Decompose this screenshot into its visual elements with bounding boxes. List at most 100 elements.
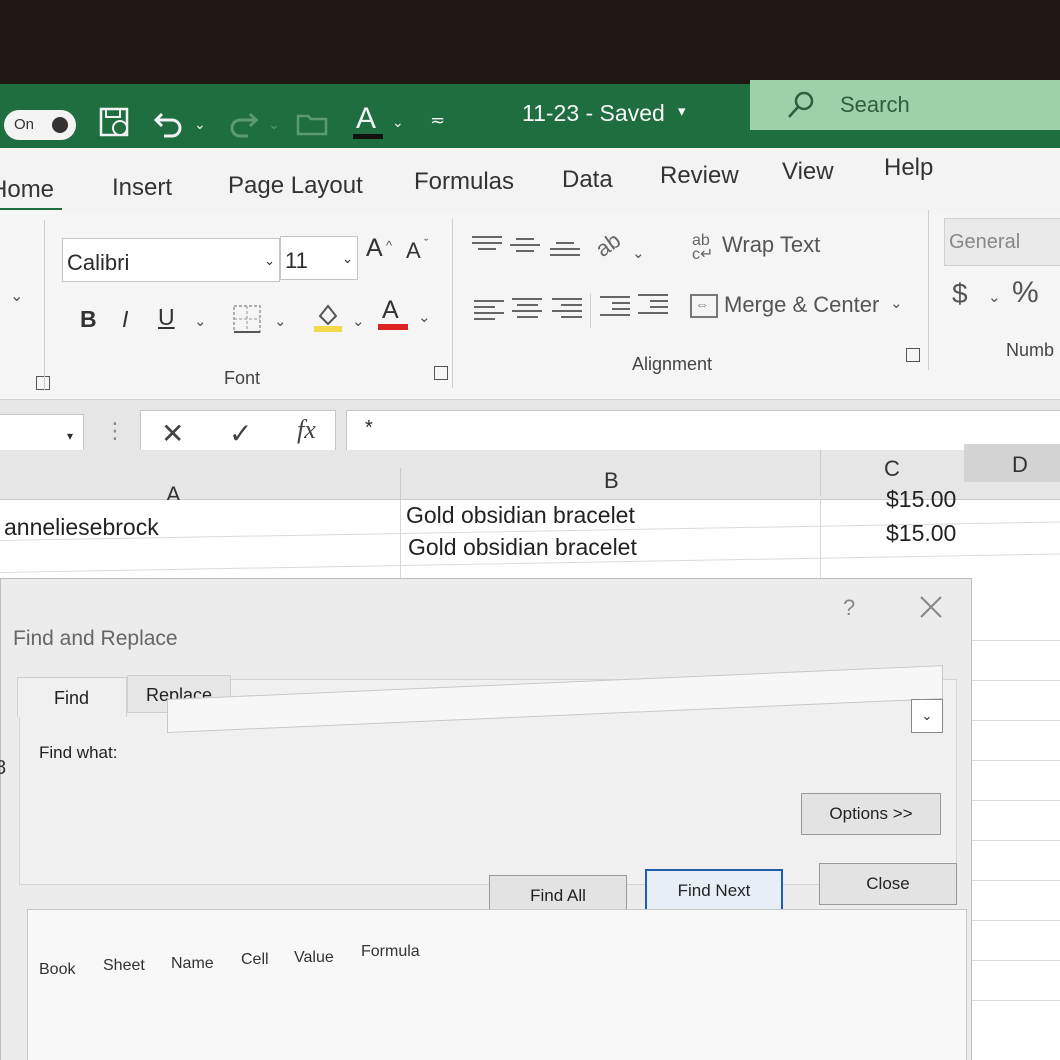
increase-font-size-button[interactable]: A — [366, 234, 383, 263]
grid-line — [970, 640, 1060, 641]
tab-data[interactable]: Data — [562, 166, 613, 194]
chevron-down-icon: ⌄ — [264, 253, 275, 268]
results-column-name[interactable]: Name — [171, 955, 214, 973]
redo-icon — [226, 106, 260, 145]
currency-button[interactable]: $ — [952, 278, 968, 310]
customize-toolbar-icon[interactable]: ≂ — [430, 110, 445, 131]
undo-dropdown-icon[interactable]: ⌄ — [194, 116, 206, 133]
font-name-value: Calibri — [67, 250, 130, 275]
cell-c1[interactable]: $15.00 — [886, 486, 956, 513]
borders-dropdown-icon[interactable]: ⌄ — [274, 312, 287, 330]
font-color-button[interactable]: A — [382, 296, 399, 325]
close-icon[interactable] — [917, 593, 945, 621]
cell-b1[interactable]: Gold obsidian bracelet — [406, 502, 635, 529]
caret-up-icon: ^ — [386, 238, 393, 253]
fill-color-dropdown-icon[interactable]: ⌄ — [352, 312, 365, 330]
chevron-down-icon: ▾ — [66, 429, 73, 443]
tab-page-layout[interactable]: Page Layout — [228, 172, 363, 200]
ribbon: ⌄ Calibri ⌄ 11 ⌄ A ^ A ˇ B I U ⌄ ⌄ ⌄ A ⌄… — [0, 210, 1060, 400]
align-left-icon[interactable] — [474, 300, 504, 324]
results-header — [28, 910, 968, 980]
tab-review[interactable]: Review — [660, 162, 739, 190]
title-dropdown-icon[interactable]: ▾ — [678, 102, 686, 120]
enter-button[interactable]: ✓ — [229, 417, 252, 450]
font-color-dropdown-icon[interactable]: ⌄ — [418, 308, 431, 326]
results-list[interactable] — [27, 909, 967, 1060]
align-center-icon[interactable] — [512, 298, 542, 322]
borders-icon[interactable] — [232, 304, 262, 339]
percent-button[interactable]: % — [1012, 276, 1039, 310]
column-header-c[interactable]: C — [884, 456, 900, 482]
clipboard-launcher-icon[interactable] — [36, 376, 50, 390]
orientation-icon[interactable]: ab — [591, 227, 626, 262]
font-color-bar — [378, 324, 408, 330]
results-column-book[interactable]: Book — [39, 961, 75, 979]
cell-a1[interactable]: anneliesebrock — [4, 514, 159, 541]
bold-button[interactable]: B — [80, 306, 97, 333]
align-top-icon[interactable] — [472, 236, 502, 260]
close-button[interactable]: Close — [819, 863, 957, 905]
merge-dropdown-icon[interactable]: ⌄ — [890, 294, 903, 312]
tab-insert[interactable]: Insert — [112, 174, 172, 202]
column-header-b[interactable]: B — [604, 468, 619, 494]
font-color-quick-icon[interactable]: A — [356, 102, 376, 136]
row-number-fragment: 8 — [0, 757, 7, 779]
number-format-select[interactable]: General — [944, 218, 1060, 266]
orientation-dropdown-icon[interactable]: ⌄ — [632, 244, 645, 262]
tab-formulas[interactable]: Formulas — [414, 168, 514, 196]
wrap-text-icon: ab c↵ — [692, 232, 714, 263]
tab-find-label: Find — [54, 688, 90, 708]
align-middle-icon[interactable] — [510, 238, 540, 262]
underline-dropdown-icon[interactable]: ⌄ — [194, 312, 207, 330]
font-size-value: 11 — [285, 248, 308, 273]
results-column-cell[interactable]: Cell — [241, 951, 269, 969]
tab-find[interactable]: Find — [17, 677, 127, 717]
merge-center-button[interactable]: Merge & Center — [724, 292, 879, 318]
find-next-button[interactable]: Find Next — [645, 869, 783, 911]
italic-button[interactable]: I — [122, 306, 128, 333]
fill-color-icon[interactable] — [312, 300, 344, 339]
results-column-sheet[interactable]: Sheet — [103, 957, 145, 975]
caret-down-icon: ˇ — [424, 236, 429, 251]
results-column-value[interactable]: Value — [294, 949, 334, 967]
find-what-dropdown-icon[interactable]: ⌄ — [911, 699, 943, 733]
title-bar: On ⌄ ⌄ A ⌄ ≂ 11-23 - Saved ▾ Search — [0, 80, 1060, 154]
tab-view[interactable]: View — [782, 158, 834, 186]
cell-c2[interactable]: $15.00 — [886, 520, 956, 547]
drag-handle-icon[interactable]: ⋮ — [104, 418, 126, 444]
insert-function-button[interactable]: fx — [297, 415, 316, 445]
underline-button[interactable]: U — [158, 304, 175, 331]
group-separator — [452, 218, 453, 388]
save-icon[interactable] — [98, 106, 132, 146]
formula-input[interactable]: * — [346, 410, 1060, 454]
cell-b2[interactable]: Gold obsidian bracelet — [408, 534, 637, 561]
currency-dropdown-icon[interactable]: ⌄ — [988, 288, 1001, 306]
alignment-launcher-icon[interactable] — [906, 348, 920, 362]
font-name-select[interactable]: Calibri ⌄ — [62, 238, 280, 282]
align-bottom-icon[interactable] — [550, 242, 580, 266]
document-title[interactable]: 11-23 - Saved — [522, 100, 665, 127]
align-right-icon[interactable] — [552, 298, 582, 322]
clipboard-dropdown-icon[interactable]: ⌄ — [10, 286, 23, 306]
autosave-label: On — [14, 116, 35, 133]
undo-icon[interactable] — [152, 106, 186, 145]
tab-help[interactable]: Help — [884, 154, 933, 182]
results-column-formula[interactable]: Formula — [361, 943, 420, 961]
autosave-toggle[interactable]: On — [4, 110, 76, 140]
wrap-text-button[interactable]: Wrap Text — [722, 232, 820, 258]
font-size-select[interactable]: 11 ⌄ — [280, 236, 358, 280]
tab-home[interactable]: Home — [0, 176, 54, 204]
decrease-font-size-button[interactable]: A — [406, 238, 421, 264]
autosave-knob — [52, 117, 68, 133]
font-color-dropdown-icon[interactable]: ⌄ — [392, 114, 404, 131]
options-button[interactable]: Options >> — [801, 793, 941, 835]
column-header-d[interactable]: D — [1012, 452, 1028, 478]
font-launcher-icon[interactable] — [434, 366, 448, 380]
decrease-indent-icon[interactable] — [600, 296, 630, 320]
help-button[interactable]: ? — [843, 595, 855, 621]
group-separator — [44, 220, 45, 390]
search-box[interactable]: Search — [750, 80, 1060, 130]
cancel-button[interactable]: ✕ — [161, 417, 184, 450]
increase-indent-icon[interactable] — [638, 294, 668, 318]
grid-line — [970, 880, 1060, 881]
